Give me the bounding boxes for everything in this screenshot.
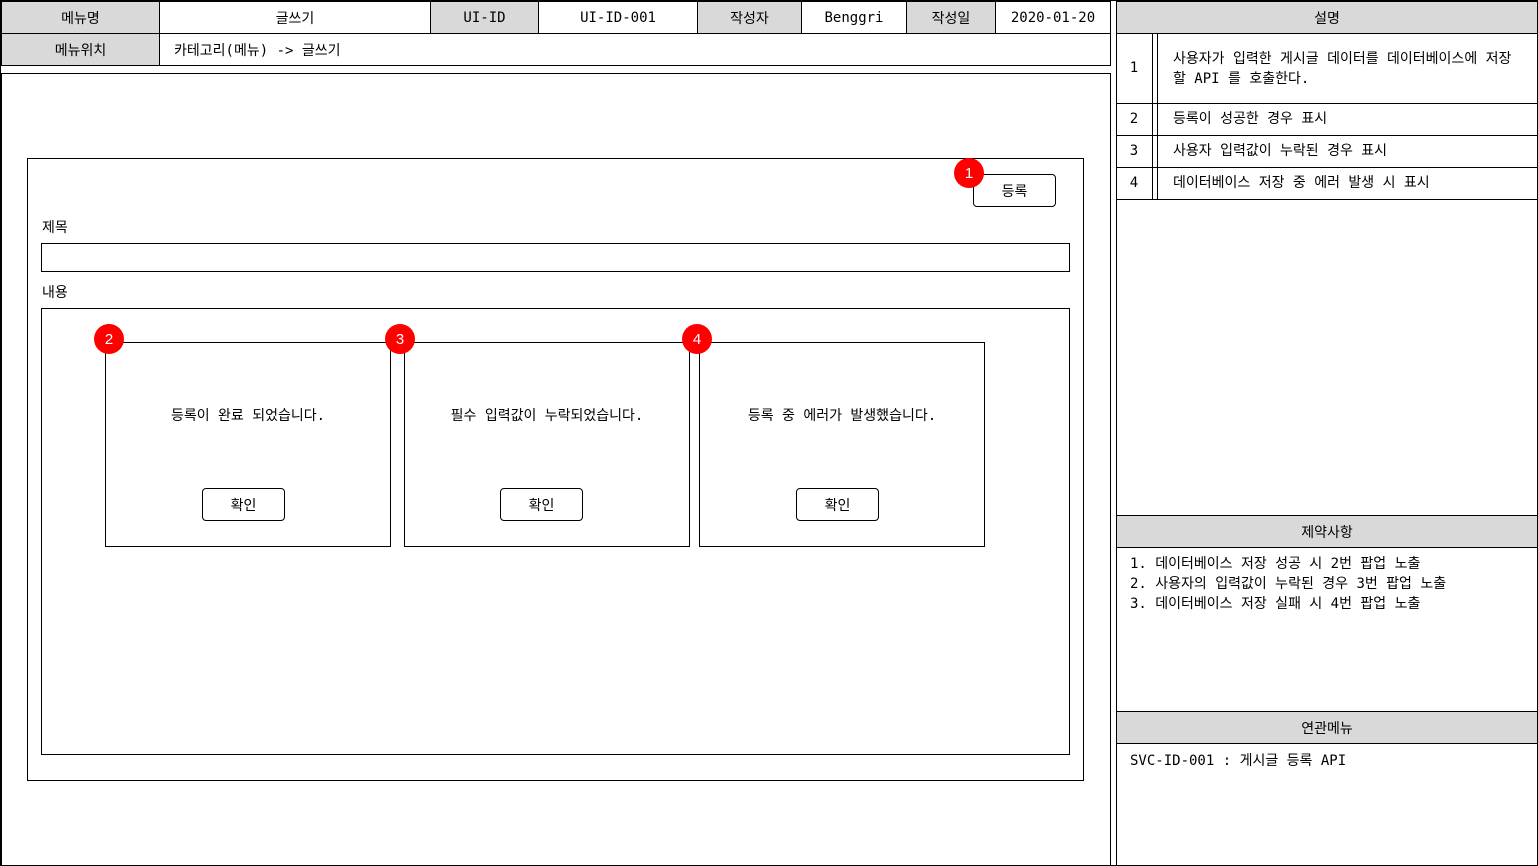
title-input[interactable] [41, 243, 1070, 272]
badge-3: 3 [385, 324, 415, 354]
description-row-1-num: 1 [1129, 60, 1139, 76]
menu-location-value: 카테고리(메뉴) -> 글쓰기 [159, 33, 1111, 66]
popup-missing-input-message: 필수 입력값이 누락되었습니다. [450, 408, 644, 424]
date-label: 작성일 [906, 1, 996, 34]
constraints-header: 제약사항 [1116, 515, 1538, 548]
description-row-2-num: 2 [1129, 111, 1139, 127]
description-row-4: 4 데이터베이스 저장 중 에러 발생 시 표시 [1116, 167, 1538, 200]
badge-4: 4 [682, 324, 712, 354]
description-divider-a [1152, 33, 1153, 200]
description-row-3-num: 3 [1129, 143, 1139, 159]
constraint-item-3: 3. 데이터베이스 저장 실패 시 4번 팝업 노출 [1130, 596, 1421, 612]
register-button[interactable]: 등록 [973, 174, 1056, 207]
description-row-2-text: 등록이 성공한 경우 표시 [1173, 111, 1328, 127]
description-header: 설명 [1116, 1, 1538, 34]
popup-success-confirm-button[interactable]: 확인 [202, 488, 285, 521]
ui-id-label: UI-ID [430, 1, 539, 34]
menu-name-label: 메뉴명 [1, 1, 160, 34]
constraint-item-2: 2. 사용자의 입력값이 누락된 경우 3번 팝업 노출 [1130, 576, 1447, 592]
description-row-2: 2 등록이 성공한 경우 표시 [1116, 103, 1538, 136]
description-row-3: 3 사용자 입력값이 누락된 경우 표시 [1116, 135, 1538, 168]
popup-missing-input: 필수 입력값이 누락되었습니다. 확인 [404, 342, 690, 547]
author-value: Benggri [801, 1, 907, 34]
badge-2: 2 [94, 324, 124, 354]
badge-1: 1 [954, 158, 984, 188]
title-label: 제목 [42, 220, 68, 236]
popup-error-confirm-button[interactable]: 확인 [796, 488, 879, 521]
content-label: 내용 [42, 285, 68, 301]
related-menu-text: SVC-ID-001 : 게시글 등록 API [1130, 753, 1347, 769]
constraints-list: 1. 데이터베이스 저장 성공 시 2번 팝업 노출 2. 사용자의 입력값이 … [1130, 554, 1530, 614]
description-row-4-text: 데이터베이스 저장 중 에러 발생 시 표시 [1173, 175, 1430, 191]
popup-success-message: 등록이 완료 되었습니다. [170, 408, 326, 424]
author-label: 작성자 [697, 1, 802, 34]
description-row-1-text: 사용자가 입력한 게시글 데이터를 데이터베이스에 저장할 API 를 호출한다… [1173, 51, 1512, 87]
menu-name-value: 글쓰기 [159, 1, 431, 34]
popup-missing-input-confirm-button[interactable]: 확인 [500, 488, 583, 521]
menu-location-label: 메뉴위치 [1, 33, 160, 66]
date-value: 2020-01-20 [995, 1, 1111, 34]
ui-id-value: UI-ID-001 [538, 1, 698, 34]
description-row-4-num: 4 [1129, 175, 1139, 191]
popup-success: 등록이 완료 되었습니다. 확인 [105, 342, 391, 547]
popup-error: 등록 중 에러가 발생했습니다. 확인 [699, 342, 985, 547]
popup-error-message: 등록 중 에러가 발생했습니다. [747, 408, 937, 424]
description-row-1: 1 사용자가 입력한 게시글 데이터를 데이터베이스에 저장할 API 를 호출… [1116, 33, 1538, 104]
description-divider-b [1157, 33, 1158, 200]
constraint-item-1: 1. 데이터베이스 저장 성공 시 2번 팝업 노출 [1130, 556, 1421, 572]
related-menu-header: 연관메뉴 [1116, 711, 1538, 744]
description-row-3-text: 사용자 입력값이 누락된 경우 표시 [1173, 143, 1388, 159]
